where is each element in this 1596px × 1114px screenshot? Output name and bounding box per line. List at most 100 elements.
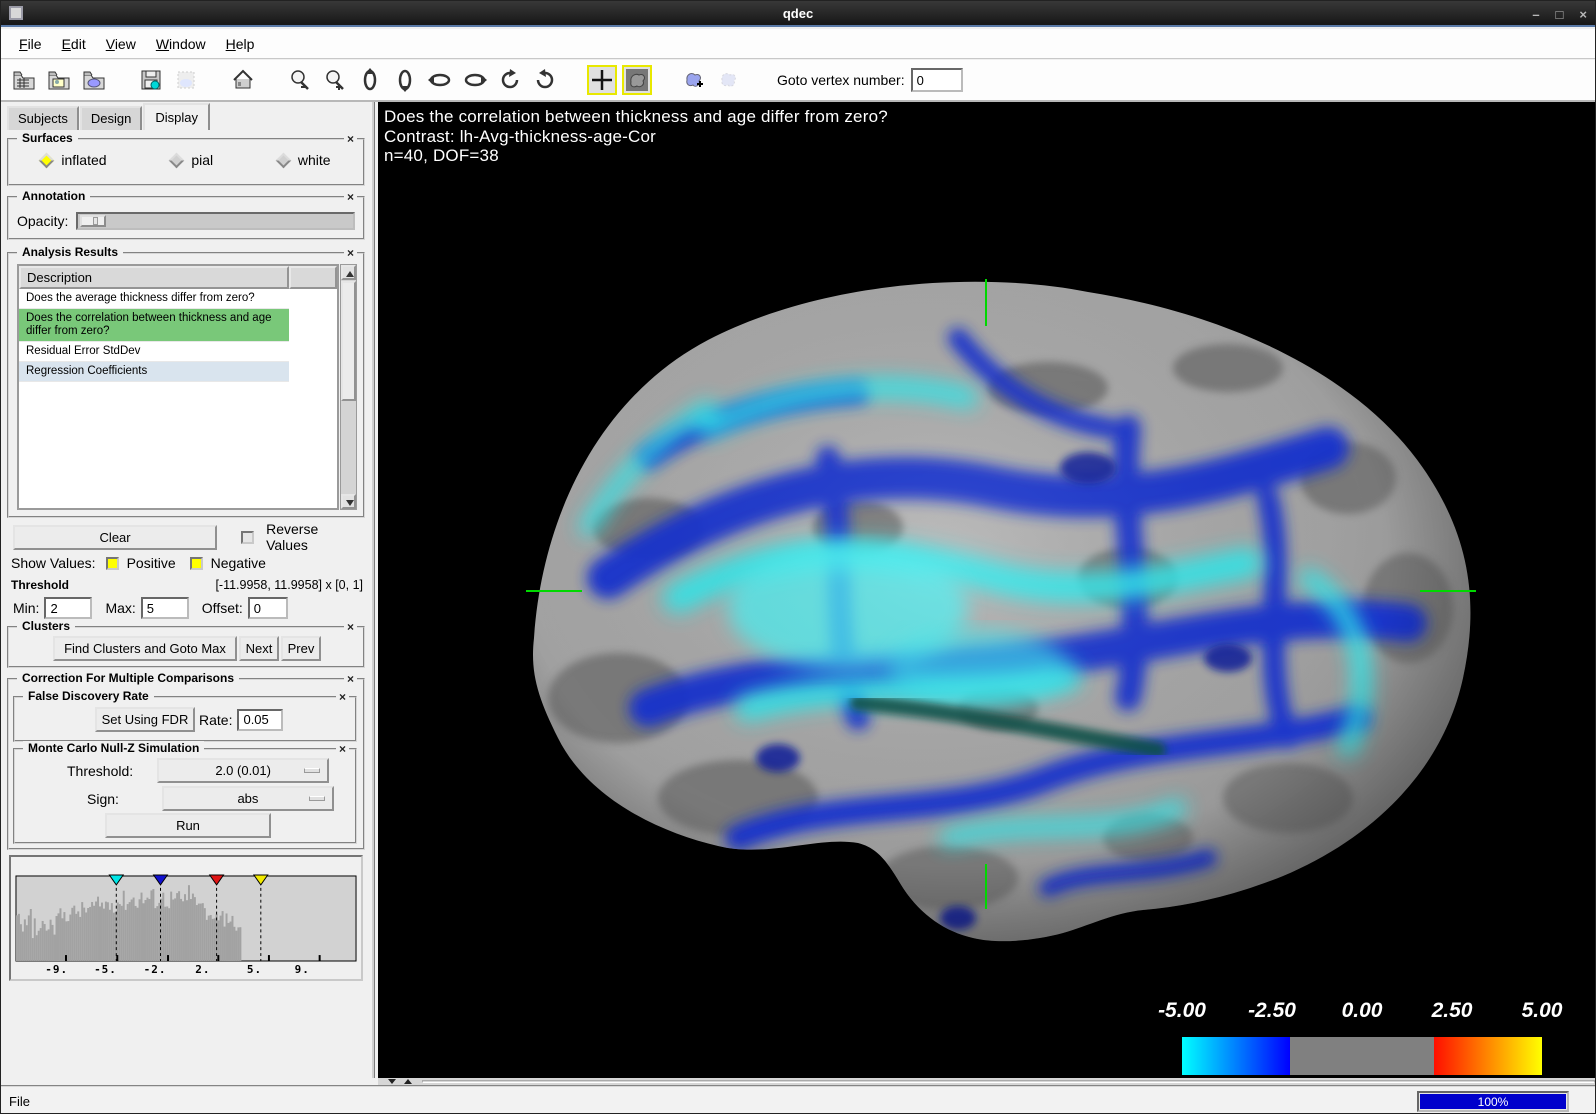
correction-group: Correction For Multiple Comparisons × Fa… [7,678,365,850]
description-column-header[interactable]: Description [19,266,289,289]
opacity-slider-handle[interactable] [80,215,106,227]
view-overlay-text: Does the correlation between thickness a… [384,107,888,166]
surfaces-title: Surfaces [17,131,78,145]
surface-option-label: white [298,152,331,168]
analysis-row[interactable]: Regression Coefficients [19,362,289,382]
analysis-scrollbar[interactable] [340,264,357,510]
load-label-icon[interactable] [79,65,109,95]
analysis-row[interactable]: Residual Error StdDev [19,342,289,362]
tab-subjects[interactable]: Subjects [7,106,79,130]
minimize-button[interactable]: – [1532,7,1539,22]
reverse-values-checkbox[interactable] [241,531,254,544]
rotate-left-icon[interactable] [425,65,455,95]
empty-column-header[interactable] [289,266,337,289]
menu-window[interactable]: Window [148,32,218,56]
analysis-row-selected[interactable]: Does the correlation between thickness a… [19,309,289,342]
rate-label: Rate: [199,712,232,728]
menu-view[interactable]: View [98,32,148,56]
zoom-out-icon[interactable] [285,65,315,95]
min-input[interactable] [44,597,92,619]
tab-design[interactable]: Design [80,106,142,130]
marker-tool-button[interactable] [622,65,652,95]
save-project-file-icon[interactable] [136,65,166,95]
radio-icon[interactable] [169,152,185,168]
run-simulation-button[interactable]: Run [105,813,271,838]
add-selection-icon[interactable] [679,65,709,95]
min-label: Min: [13,600,39,616]
cursor-mark-right [1420,590,1476,592]
negative-checkbox[interactable] [190,557,203,570]
offset-label: Offset: [202,600,243,616]
opacity-label: Opacity: [17,213,68,229]
colorbar-label: -5.00 [1158,999,1206,1023]
scroll-down-icon[interactable] [341,494,356,509]
menu-file[interactable]: File [11,32,54,56]
find-clusters-button[interactable]: Find Clusters and Goto Max [53,636,237,661]
max-input[interactable] [141,597,189,619]
histogram-tick-label: -2. [144,963,167,976]
scroll-up-icon[interactable] [404,1079,412,1084]
mc-threshold-dropdown[interactable]: 2.0 (0.01) [157,758,329,783]
scroll-track[interactable] [422,1080,1595,1083]
surface-option-label: pial [191,152,213,168]
roll-ccw-icon[interactable] [495,65,525,95]
annotation-close-icon[interactable]: × [344,190,357,204]
clusters-close-icon[interactable]: × [344,620,357,634]
scrollbar-thumb[interactable] [341,281,356,401]
restore-home-view-icon[interactable] [228,65,258,95]
rotate-right-icon[interactable] [460,65,490,95]
goto-vertex-input[interactable] [911,68,963,92]
set-using-fdr-button[interactable]: Set Using FDR [95,707,195,732]
fdr-close-icon[interactable]: × [336,690,349,704]
view-question-line: Does the correlation between thickness a… [384,107,888,127]
load-project-file-icon[interactable] [44,65,74,95]
zoom-in-icon[interactable] [320,65,350,95]
qdec-window: qdec – □ × FileEditViewWindowHelp Goto v… [0,0,1596,1114]
brain-surface-render[interactable] [528,278,1478,946]
clear-button[interactable]: Clear [13,525,217,550]
menubar: FileEditViewWindowHelp [1,29,1595,59]
prev-cluster-button[interactable]: Prev [281,636,321,661]
scroll-down-icon[interactable] [388,1079,396,1084]
maximize-button[interactable]: □ [1556,7,1564,22]
montecarlo-close-icon[interactable]: × [336,742,349,756]
render-view[interactable]: Does the correlation between thickness a… [378,102,1596,1078]
rate-input[interactable] [237,709,283,731]
mc-sign-dropdown[interactable]: abs [162,786,334,811]
tab-display[interactable]: Display [143,103,210,131]
rotate-down-icon[interactable] [390,65,420,95]
surface-option-inflated[interactable]: inflated [41,152,106,168]
progress-fill: 100% [1420,1094,1566,1109]
next-cluster-button[interactable]: Next [239,636,279,661]
threshold-histogram[interactable]: -9.-5.-2.2.5.9. [9,855,363,981]
radio-icon[interactable] [276,152,292,168]
analysis-results-title: Analysis Results [17,245,123,259]
colorbar-label: 0.00 [1342,999,1383,1023]
crosshair-tool-button[interactable] [587,65,617,95]
clusters-group: Clusters × Find Clusters and Goto Max Ne… [7,626,365,668]
analysis-row[interactable]: Does the average thickness differ from z… [19,289,289,309]
surfaces-close-icon[interactable]: × [344,132,357,146]
roll-cw-icon[interactable] [530,65,560,95]
colorbar [1182,1037,1542,1075]
goto-vertex-label: Goto vertex number: [777,72,905,88]
correction-close-icon[interactable]: × [344,672,357,686]
load-data-table-icon[interactable] [9,65,39,95]
rotate-up-icon[interactable] [355,65,385,95]
close-button[interactable]: × [1579,7,1587,22]
surface-option-pial[interactable]: pial [171,152,213,168]
control-panel: SubjectsDesignDisplay Surfaces × inflate… [1,102,375,1078]
titlebar[interactable]: qdec – □ × [1,1,1595,27]
surface-option-white[interactable]: white [278,152,331,168]
view-scroll-strip[interactable] [378,1078,1596,1085]
menu-help[interactable]: Help [218,32,267,56]
menu-edit[interactable]: Edit [54,32,98,56]
positive-checkbox[interactable] [106,557,119,570]
radio-icon[interactable] [39,152,55,168]
surfaces-group: Surfaces × inflatedpialwhite [7,138,365,186]
scroll-up-icon[interactable] [341,265,356,280]
offset-input[interactable] [248,597,288,619]
opacity-slider[interactable] [76,212,355,230]
histogram-tick-label: 5. [247,963,262,976]
analysis-results-close-icon[interactable]: × [344,246,357,260]
